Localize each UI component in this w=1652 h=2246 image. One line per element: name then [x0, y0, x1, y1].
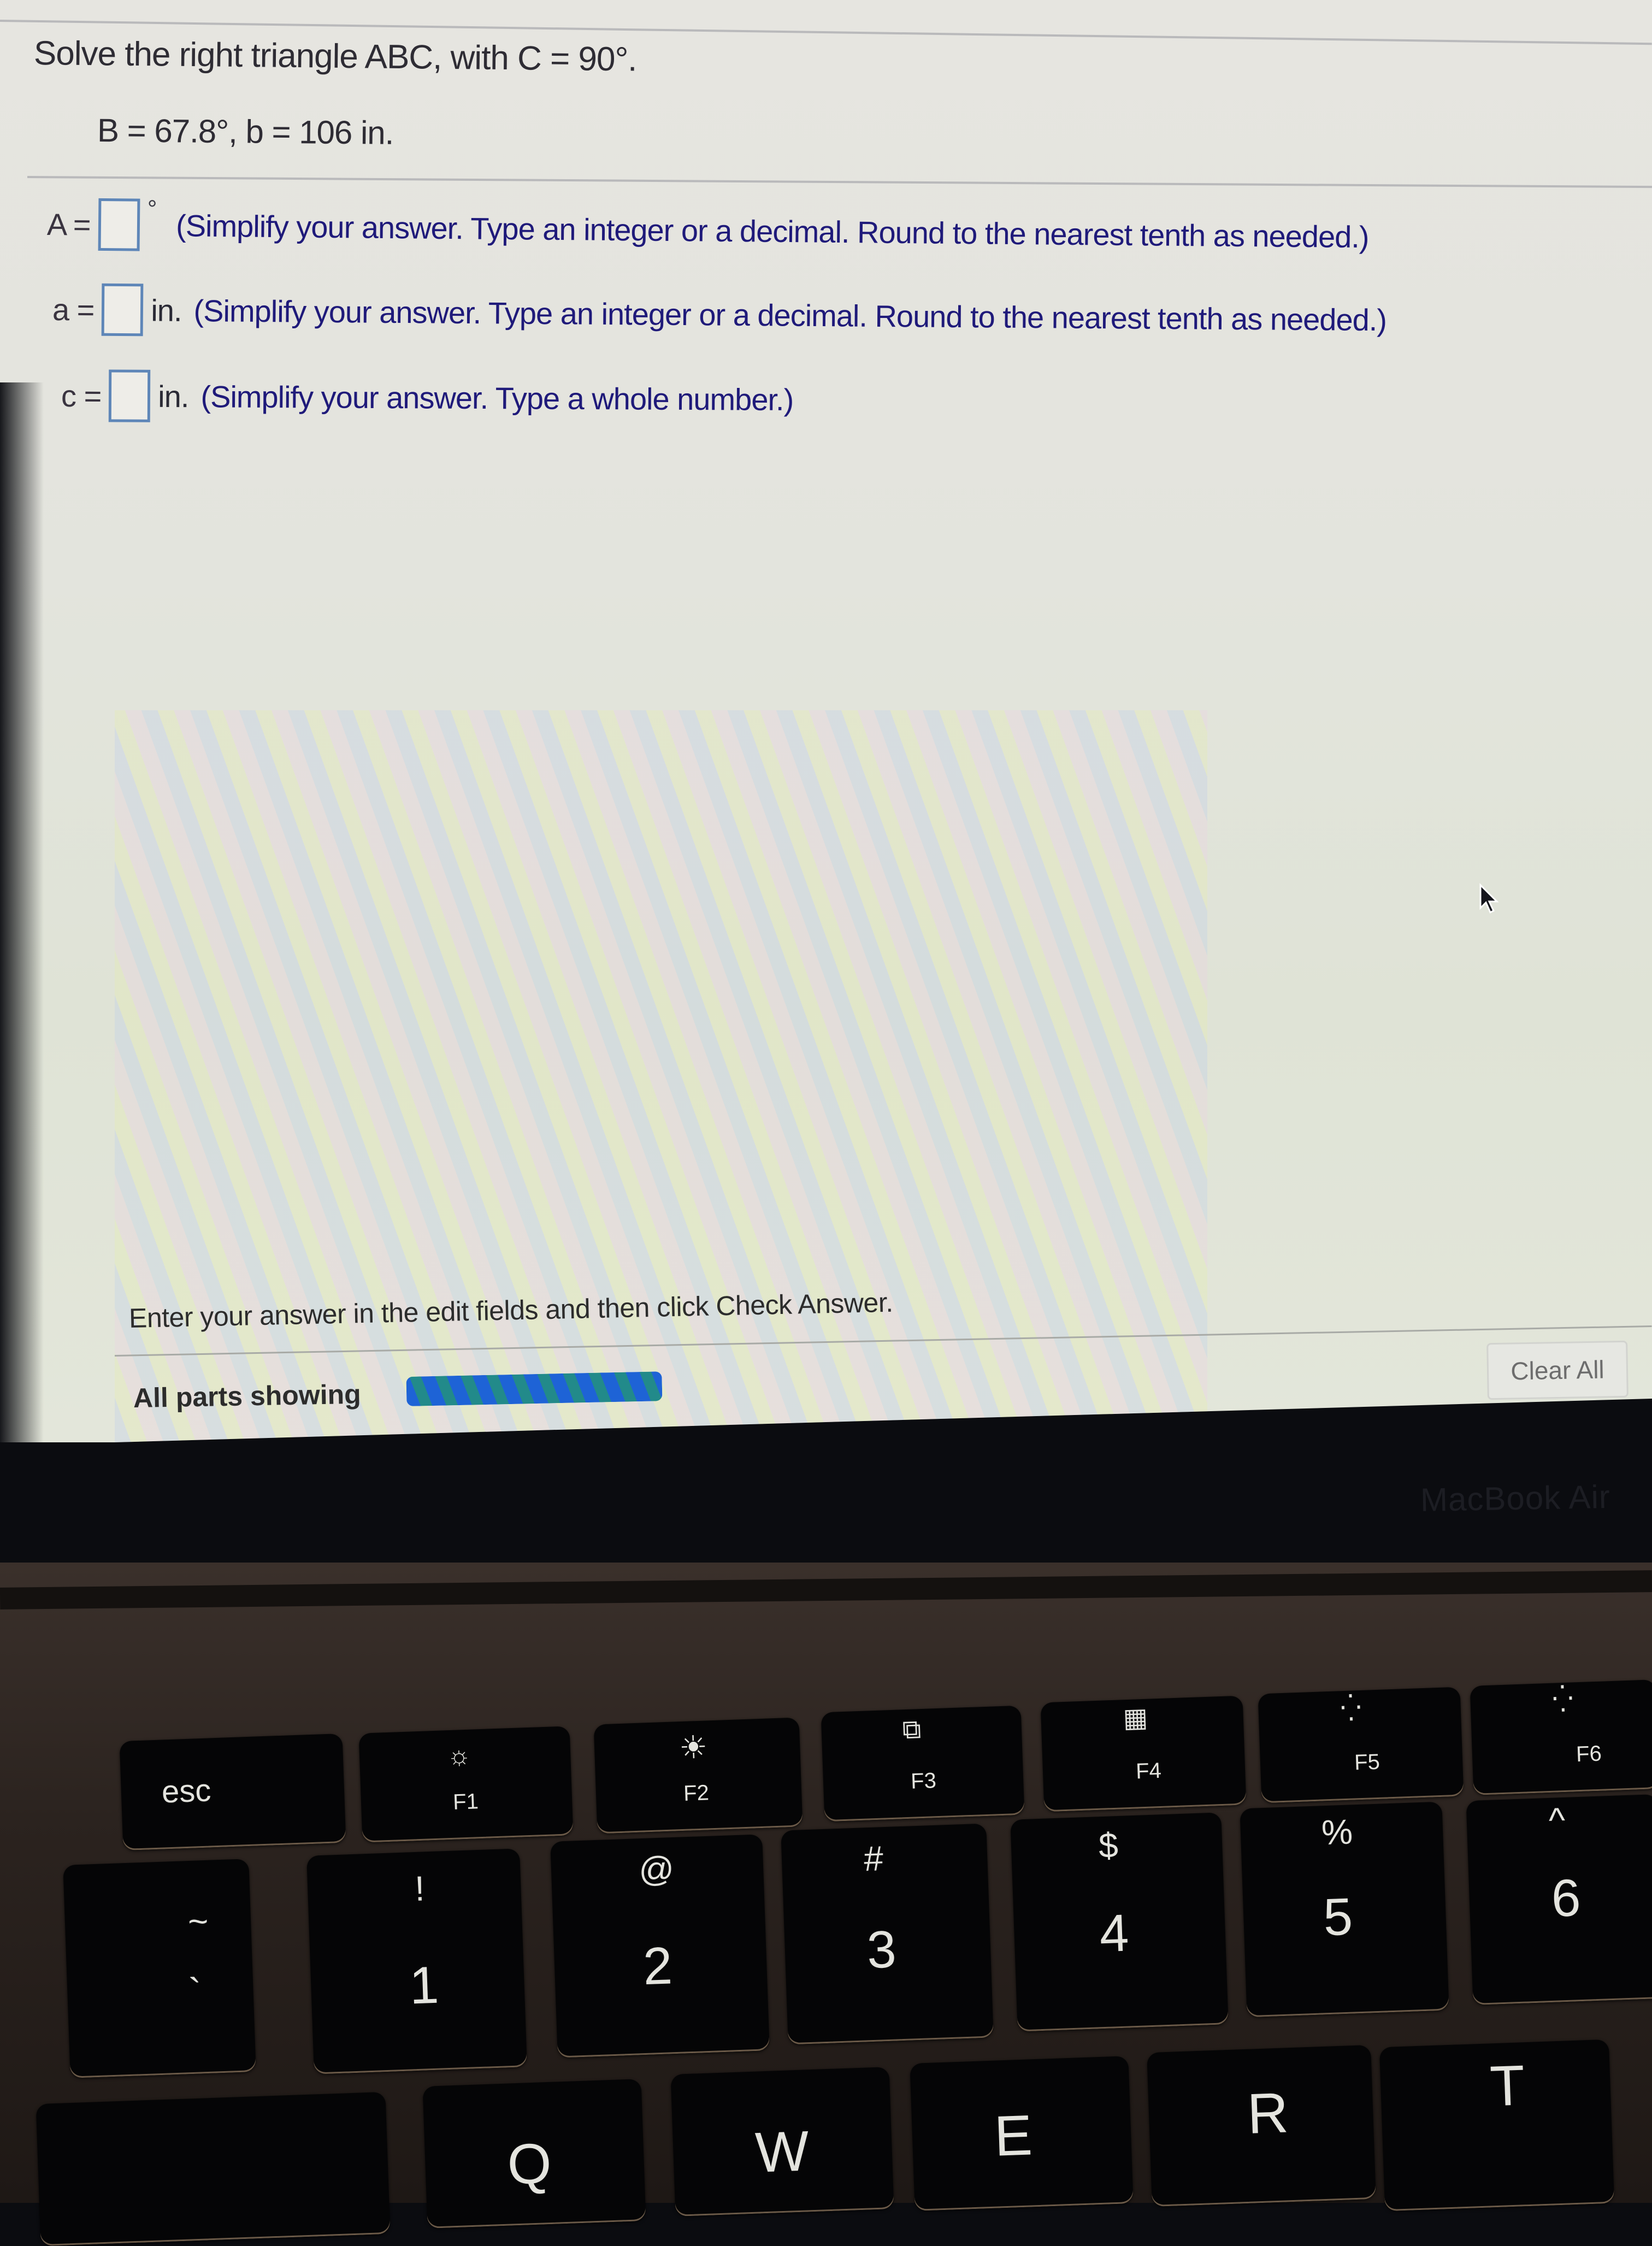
key-symbol: 3 [866, 1920, 898, 1980]
answer-row-side-a: a = in. (Simplify your answer. Type an i… [52, 283, 1387, 346]
key-shift-symbol: @ [638, 1849, 675, 1890]
inch-unit: in. [151, 292, 182, 328]
key-letter: R [1246, 2081, 1290, 2146]
brightness-down-icon: ☼ [446, 1741, 472, 1771]
key-letter: E [993, 2103, 1034, 2168]
key-symbol: ` [188, 1970, 203, 2014]
answer-row-side-c: c = in. (Simplify your answer. Type a wh… [61, 369, 794, 426]
key-4[interactable]: $ 4 [1010, 1812, 1229, 2032]
key-f3[interactable]: ⧉ F3 [821, 1705, 1025, 1822]
key-f2[interactable]: ☀ F2 [593, 1717, 803, 1834]
variable-label: A = [46, 207, 91, 242]
key-shift-symbol: % [1320, 1812, 1354, 1853]
key-label: F2 [683, 1781, 710, 1806]
brightness-up-icon: ☀ [678, 1729, 709, 1766]
variable-label: a = [52, 292, 95, 327]
angle-A-input[interactable] [98, 198, 140, 251]
answer-hint: (Simplify your answer. Type an integer o… [193, 293, 1387, 337]
progress-fill [406, 1371, 663, 1406]
launchpad-icon: ▦ [1122, 1703, 1148, 1734]
keyboard-backlight-up-icon: ⁛ [1551, 1684, 1574, 1714]
instructions-text: Enter your answer in the edit fields and… [128, 1287, 894, 1334]
mouse-pointer-icon [1479, 883, 1499, 914]
key-letter: Q [506, 2131, 553, 2197]
answer-hint: (Simplify your answer. Type a whole numb… [200, 379, 794, 417]
key-6[interactable]: ^ 6 [1466, 1794, 1652, 2005]
side-c-input[interactable] [109, 369, 151, 422]
key-label: esc [161, 1772, 212, 1810]
keyboard-backlight-down-icon: ⁛ [1340, 1693, 1362, 1724]
key-symbol: 4 [1098, 1903, 1130, 1964]
key-f5[interactable]: ⁛ F5 [1258, 1687, 1464, 1803]
key-f4[interactable]: ▦ F4 [1040, 1695, 1247, 1812]
mission-control-icon: ⧉ [901, 1715, 922, 1745]
answer-row-angle-A: A = ° (Simplify your answer. Type an int… [46, 195, 1369, 263]
key-shift-symbol: ! [414, 1868, 426, 1909]
parts-progress-bar [406, 1371, 663, 1406]
key-backtick[interactable]: ~ ` [63, 1859, 256, 2078]
key-e[interactable]: E [910, 2056, 1134, 2211]
key-1[interactable]: ! 1 [306, 1848, 527, 2074]
key-shift-symbol: ^ [1548, 1800, 1566, 1840]
laptop-screen: Solve the right triangle ABC, with C = 9… [0, 0, 1652, 1442]
key-letter: W [754, 2119, 810, 2185]
clear-all-button[interactable]: Clear All [1486, 1340, 1629, 1400]
key-shift-symbol: $ [1098, 1825, 1119, 1866]
inch-unit: in. [158, 379, 189, 414]
key-q[interactable]: Q [422, 2079, 646, 2229]
key-tab[interactable] [36, 2091, 391, 2246]
key-3[interactable]: # 3 [781, 1823, 994, 2045]
answer-hint: (Simplify your answer. Type an integer o… [175, 208, 1369, 254]
key-t[interactable]: T [1379, 2039, 1615, 2212]
key-5[interactable]: % 5 [1240, 1801, 1449, 2018]
key-label: F5 [1354, 1749, 1380, 1775]
key-shift-symbol: # [863, 1838, 884, 1879]
key-2[interactable]: @ 2 [550, 1834, 770, 2058]
given-values: B = 67.8°, b = 106 in. [97, 112, 394, 151]
key-symbol: 6 [1550, 1868, 1582, 1928]
key-shift-symbol: ~ [187, 1901, 209, 1942]
key-f1[interactable]: ☼ F1 [358, 1726, 574, 1843]
key-w[interactable]: W [670, 2067, 894, 2216]
degree-unit: ° [147, 195, 157, 222]
footer-divider [114, 1325, 1652, 1357]
variable-label: c = [61, 378, 102, 413]
key-label: F6 [1576, 1741, 1602, 1767]
device-brand-label: MacBook Air [1420, 1478, 1611, 1519]
key-esc[interactable]: esc [119, 1733, 346, 1851]
key-f6[interactable]: ⁛ F6 [1470, 1679, 1652, 1795]
screen-moire [115, 710, 1207, 1442]
parts-status-label: All parts showing [133, 1378, 362, 1413]
key-label: F4 [1135, 1758, 1162, 1784]
screen-bezel [0, 382, 44, 1442]
key-label: F3 [910, 1768, 937, 1794]
side-a-input[interactable] [102, 283, 144, 337]
question-divider [27, 176, 1652, 188]
key-symbol: 2 [642, 1936, 674, 1996]
key-r[interactable]: R [1147, 2044, 1376, 2207]
key-letter: T [1489, 2054, 1526, 2119]
key-label: F1 [452, 1789, 479, 1814]
question-text: Solve the right triangle ABC, with C = 9… [33, 34, 637, 79]
key-symbol: 1 [408, 1955, 440, 2015]
key-symbol: 5 [1322, 1887, 1354, 1947]
